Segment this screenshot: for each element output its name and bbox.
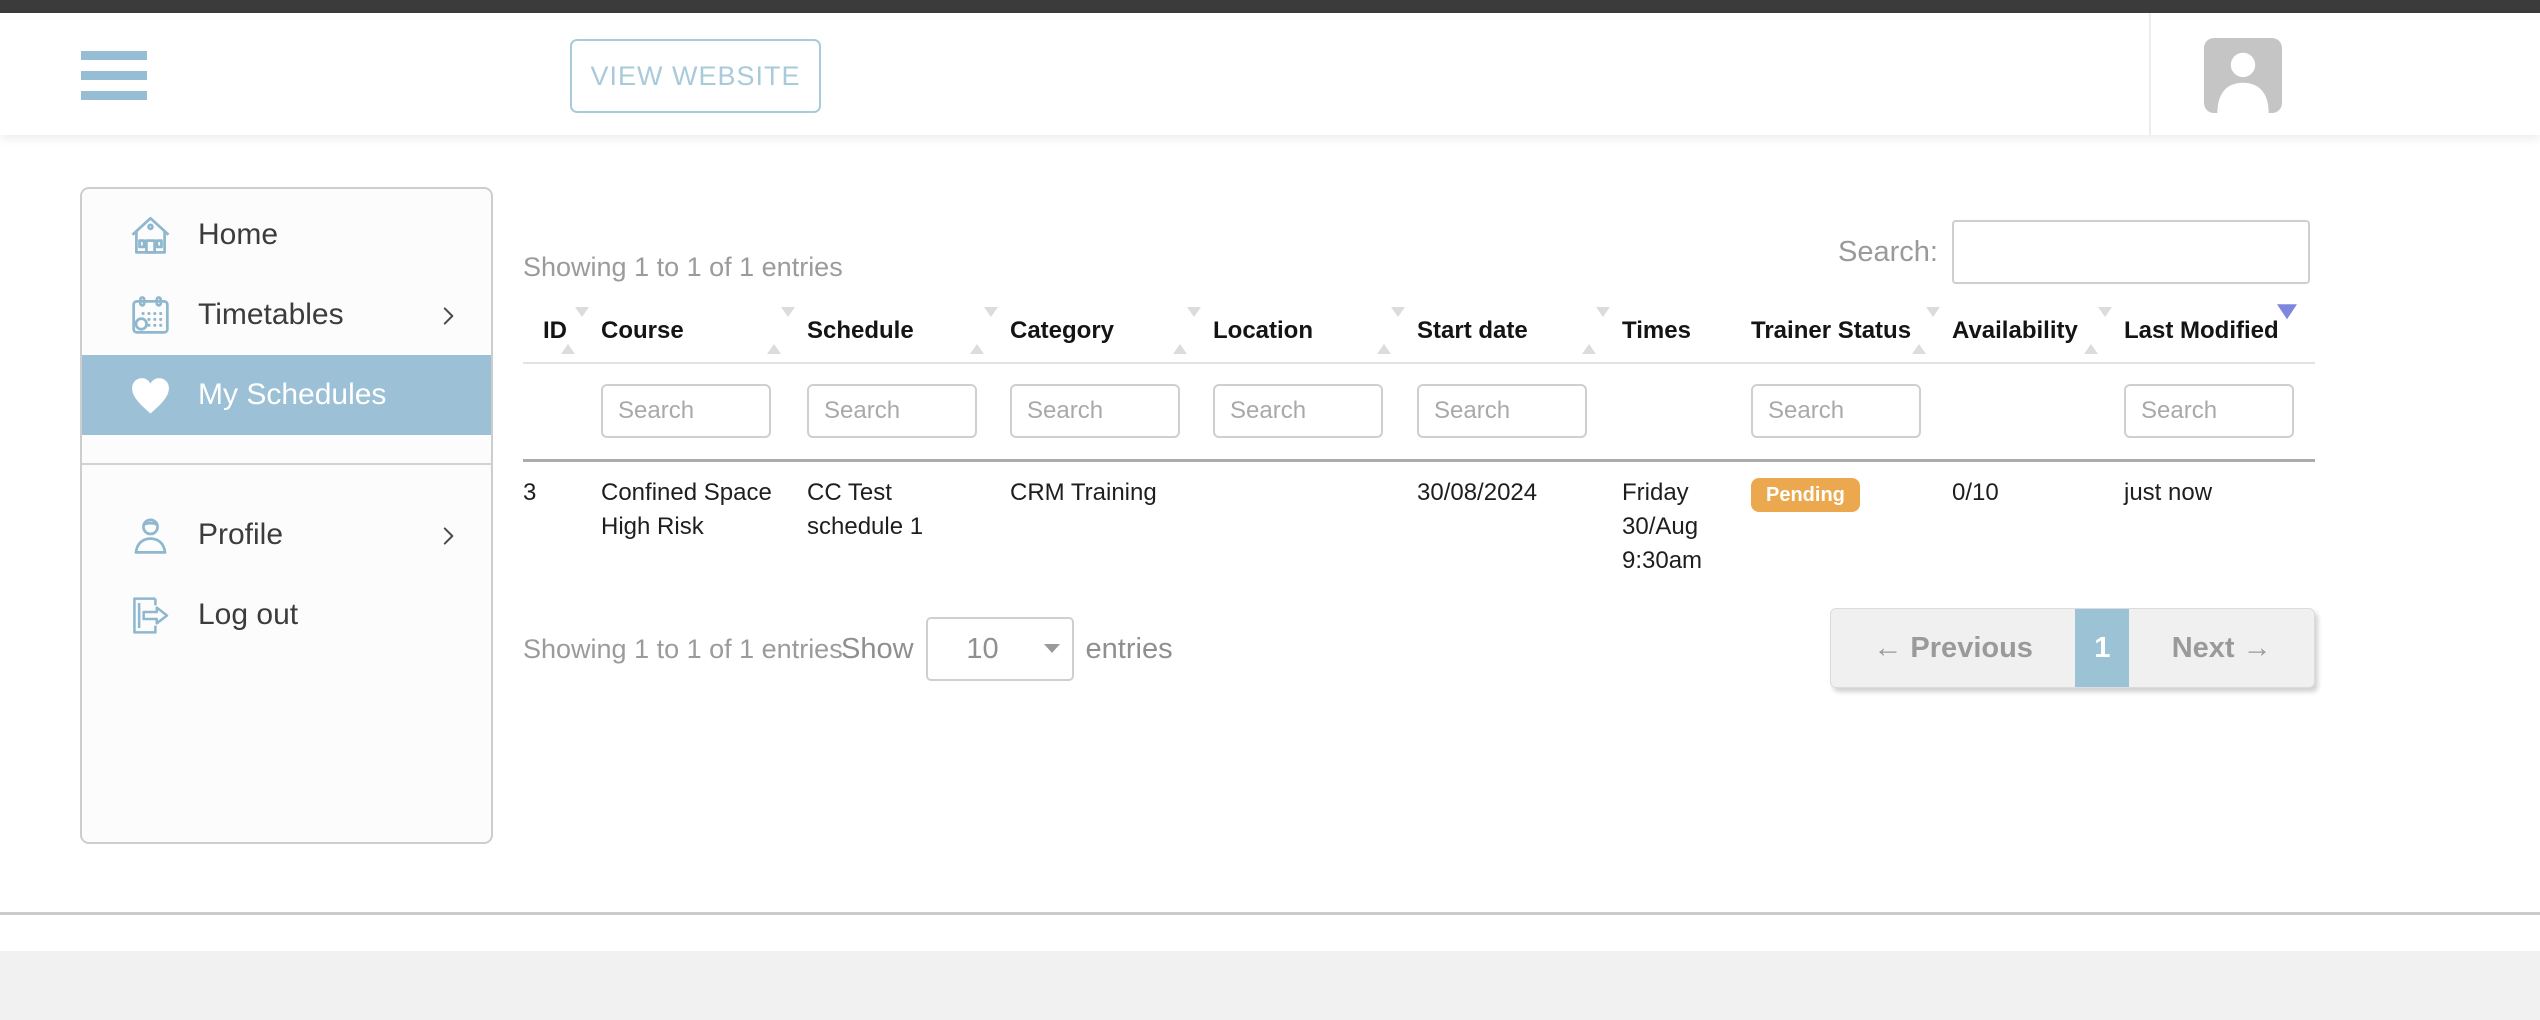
- column-header-start-date[interactable]: Start date: [1417, 300, 1622, 363]
- user-avatar[interactable]: [2204, 38, 2282, 113]
- sidebar-item-label: Log out: [198, 598, 298, 632]
- sort-icon: [1377, 317, 1391, 345]
- sort-icon: [2084, 317, 2098, 345]
- cell-availability: 0/10: [1952, 461, 2124, 579]
- user-icon: [127, 512, 174, 559]
- sidebar-item-logout[interactable]: Log out: [82, 575, 491, 655]
- sidebar: Home Timetables M: [80, 187, 493, 844]
- sidebar-item-home[interactable]: Home: [82, 195, 491, 275]
- sort-icon: [970, 317, 984, 345]
- filter-start-date-input[interactable]: [1417, 384, 1587, 438]
- filter-trainer-status-input[interactable]: [1751, 384, 1921, 438]
- header-divider: [2149, 13, 2151, 135]
- page-size-select[interactable]: 10: [926, 617, 1074, 681]
- filter-location-input[interactable]: [1213, 384, 1383, 438]
- header-row: ID Course Schedule Category Location Sta…: [523, 300, 2315, 363]
- pagination: ← Previous 1 Next →: [1830, 608, 2315, 688]
- table-info-bottom: Showing 1 to 1 of 1 entries: [523, 608, 843, 690]
- sidebar-item-timetables[interactable]: Timetables: [82, 275, 491, 355]
- column-header-times: Times: [1622, 300, 1751, 363]
- cell-start-date: 30/08/2024: [1417, 461, 1622, 579]
- chevron-right-icon: [435, 303, 461, 329]
- calendar-icon: [127, 292, 174, 339]
- heart-icon: [127, 372, 174, 419]
- cell-location: [1213, 461, 1417, 579]
- cell-schedule: CC Test schedule 1: [807, 461, 1010, 579]
- cell-course: Confined Space High Risk: [601, 461, 807, 579]
- cell-times: Friday 30/Aug 9:30am: [1622, 461, 1751, 579]
- column-header-location[interactable]: Location: [1213, 300, 1417, 363]
- menu-hamburger-icon[interactable]: [81, 51, 147, 100]
- column-header-schedule[interactable]: Schedule: [807, 300, 1010, 363]
- cell-trainer-status: Pending: [1751, 461, 1952, 579]
- browser-top-strip: [0, 0, 2540, 13]
- filter-course-input[interactable]: [601, 384, 771, 438]
- column-header-trainer-status[interactable]: Trainer Status: [1751, 300, 1952, 363]
- entries-label: entries: [1086, 633, 1173, 666]
- page-size-control: Show 10 entries: [841, 608, 1173, 690]
- table-row[interactable]: 3 Confined Space High Risk CC Test sched…: [523, 461, 2315, 579]
- cell-id: 3: [523, 461, 601, 579]
- sort-icon: [561, 317, 575, 345]
- column-header-id[interactable]: ID: [523, 300, 601, 363]
- table-bottom-bar: Showing 1 to 1 of 1 entries Show 10 entr…: [523, 608, 2315, 690]
- sidebar-item-label: Profile: [198, 518, 283, 552]
- sidebar-item-label: Timetables: [198, 298, 344, 332]
- show-label: Show: [841, 633, 914, 666]
- column-header-category[interactable]: Category: [1010, 300, 1213, 363]
- sidebar-item-profile[interactable]: Profile: [82, 495, 491, 575]
- schedules-panel: Showing 1 to 1 of 1 entries Search: ID C…: [523, 210, 2315, 810]
- schedules-table: ID Course Schedule Category Location Sta…: [523, 300, 2315, 578]
- table-info-top: Showing 1 to 1 of 1 entries: [523, 252, 843, 283]
- status-badge: Pending: [1751, 478, 1860, 512]
- global-search: Search:: [1838, 220, 2310, 284]
- chevron-right-icon: [435, 523, 461, 549]
- cell-category: CRM Training: [1010, 461, 1213, 579]
- home-icon: [127, 212, 174, 259]
- page-footer: [0, 951, 2540, 1020]
- global-search-input[interactable]: [1952, 220, 2310, 284]
- sort-desc-icon: [2277, 319, 2297, 347]
- filter-row: [523, 363, 2315, 461]
- next-page-button[interactable]: Next →: [2129, 609, 2314, 687]
- logout-icon: [127, 592, 174, 639]
- search-label: Search:: [1838, 236, 1938, 269]
- app-header: VIEW WEBSITE: [0, 13, 2540, 135]
- avatar-person-icon: [2204, 38, 2282, 113]
- column-header-course[interactable]: Course: [601, 300, 807, 363]
- sort-icon: [767, 317, 781, 345]
- view-website-button[interactable]: VIEW WEBSITE: [570, 39, 821, 113]
- footer-divider: [0, 912, 2540, 915]
- cell-last-modified: just now: [2124, 461, 2315, 579]
- sidebar-item-my-schedules[interactable]: My Schedules: [82, 355, 491, 435]
- sidebar-item-label: Home: [198, 218, 278, 252]
- sidebar-item-label: My Schedules: [198, 378, 386, 412]
- previous-page-button[interactable]: ← Previous: [1831, 609, 2075, 687]
- sort-icon: [1912, 317, 1926, 345]
- sort-icon: [1582, 317, 1596, 345]
- filter-category-input[interactable]: [1010, 384, 1180, 438]
- sort-icon: [1173, 317, 1187, 345]
- page-number-1[interactable]: 1: [2075, 609, 2129, 687]
- column-header-availability[interactable]: Availability: [1952, 300, 2124, 363]
- filter-schedule-input[interactable]: [807, 384, 977, 438]
- sidebar-divider: [82, 463, 491, 465]
- column-header-last-modified[interactable]: Last Modified: [2124, 300, 2315, 363]
- filter-last-modified-input[interactable]: [2124, 384, 2294, 438]
